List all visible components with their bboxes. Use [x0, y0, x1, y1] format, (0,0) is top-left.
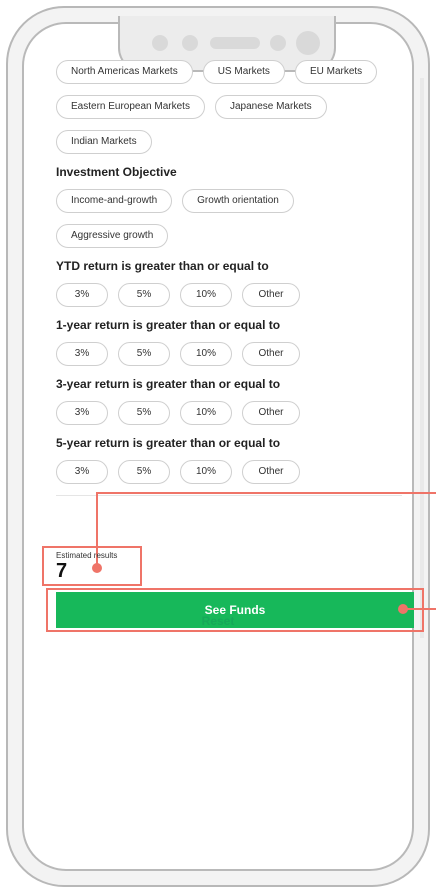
chip-north-americas-markets[interactable]: North Americas Markets	[56, 60, 193, 84]
chip-row: North Americas Markets US Markets EU Mar…	[44, 60, 420, 84]
option-5y-10[interactable]: 10%	[180, 460, 232, 484]
divider	[56, 495, 402, 496]
option-5y-5[interactable]: 5%	[118, 460, 170, 484]
chip-row: Indian Markets	[44, 130, 420, 154]
section-title-objective: Investment Objective	[56, 165, 177, 179]
chip-aggressive-growth[interactable]: Aggressive growth	[56, 224, 169, 248]
option-ytd-10[interactable]: 10%	[180, 283, 232, 307]
reset-button[interactable]: Reset	[0, 614, 436, 628]
option-5y-other[interactable]: Other	[242, 460, 300, 484]
return-section-3y: 3-year return is greater than or equal t…	[44, 377, 420, 425]
chip-indian-markets[interactable]: Indian Markets	[56, 130, 152, 154]
section-title-3y: 3-year return is greater than or equal t…	[56, 377, 281, 391]
return-section-ytd: YTD return is greater than or equal to 3…	[44, 259, 420, 307]
option-3y-10[interactable]: 10%	[180, 401, 232, 425]
chip-eastern-european-markets[interactable]: Eastern European Markets	[56, 95, 205, 119]
chip-japanese-markets[interactable]: Japanese Markets	[214, 95, 327, 119]
option-1y-10[interactable]: 10%	[180, 342, 232, 366]
chip-eu-markets[interactable]: EU Markets	[294, 60, 378, 84]
notch-camera-icon	[296, 31, 320, 55]
option-1y-5[interactable]: 5%	[118, 342, 170, 366]
option-1y-3[interactable]: 3%	[56, 342, 108, 366]
markets-section: North Americas Markets US Markets EU Mar…	[44, 60, 420, 154]
annotation-line	[404, 608, 436, 610]
return-section-5y: 5-year return is greater than or equal t…	[44, 436, 420, 484]
annotation-line	[96, 492, 436, 494]
notch-sensor-icon	[270, 35, 286, 51]
estimated-results-label: Estimated results	[56, 551, 118, 560]
section-title-ytd: YTD return is greater than or equal to	[56, 259, 269, 273]
option-1y-other[interactable]: Other	[242, 342, 300, 366]
chip-row: 3% 5% 10% Other	[44, 460, 420, 484]
objective-section: Investment Objective Income-and-growth G…	[44, 165, 420, 248]
option-3y-5[interactable]: 5%	[118, 401, 170, 425]
notch-sensor-icon	[182, 35, 198, 51]
return-section-1y: 1-year return is greater than or equal t…	[44, 318, 420, 366]
scrollbar[interactable]	[420, 78, 424, 638]
option-3y-other[interactable]: Other	[242, 401, 300, 425]
annotation-dot	[92, 563, 102, 573]
chip-income-and-growth[interactable]: Income-and-growth	[56, 189, 173, 213]
chip-row: Eastern European Markets Japanese Market…	[44, 95, 420, 119]
notch-speaker-icon	[210, 37, 260, 49]
option-5y-3[interactable]: 3%	[56, 460, 108, 484]
option-3y-3[interactable]: 3%	[56, 401, 108, 425]
notch-sensor-icon	[152, 35, 168, 51]
filter-panel: North Americas Markets US Markets EU Mar…	[44, 60, 420, 496]
chip-row: 3% 5% 10% Other	[44, 401, 420, 425]
chip-row: 3% 5% 10% Other	[44, 283, 420, 307]
chip-growth-orientation[interactable]: Growth orientation	[182, 189, 294, 213]
option-ytd-3[interactable]: 3%	[56, 283, 108, 307]
estimated-results-value: 7	[56, 560, 68, 582]
chip-row: Income-and-growth Growth orientation	[44, 189, 420, 213]
chip-us-markets[interactable]: US Markets	[202, 60, 285, 84]
option-ytd-5[interactable]: 5%	[118, 283, 170, 307]
option-ytd-other[interactable]: Other	[242, 283, 300, 307]
section-title-5y: 5-year return is greater than or equal t…	[56, 436, 281, 450]
chip-row: Aggressive growth	[44, 224, 420, 248]
chip-row: 3% 5% 10% Other	[44, 342, 420, 366]
section-title-1y: 1-year return is greater than or equal t…	[56, 318, 281, 332]
